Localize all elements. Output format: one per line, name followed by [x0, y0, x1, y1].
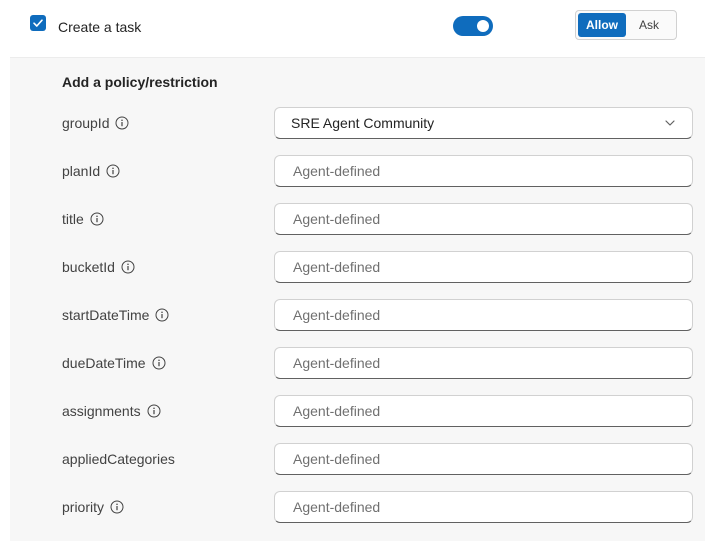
groupid-select[interactable]: SRE Agent Community [274, 107, 693, 139]
field-row-appliedcategories: appliedCategories [10, 443, 705, 477]
info-icon[interactable] [152, 356, 166, 370]
info-icon[interactable] [121, 260, 135, 274]
info-icon[interactable] [106, 164, 120, 178]
field-row-bucketid: bucketId [10, 251, 705, 285]
priority-input[interactable] [274, 491, 693, 523]
field-label-startdatetime: startDateTime [62, 307, 169, 323]
appliedcategories-input[interactable] [274, 443, 693, 475]
planid-input[interactable] [274, 155, 693, 187]
field-row-duedatetime: dueDateTime [10, 347, 705, 381]
allow-button[interactable]: Allow [578, 13, 626, 37]
field-label-groupid: groupId [62, 115, 129, 131]
field-name: startDateTime [62, 307, 150, 323]
info-icon[interactable] [110, 500, 124, 514]
field-label-assignments: assignments [62, 403, 161, 419]
field-name: groupId [62, 115, 110, 131]
field-name: dueDateTime [62, 355, 146, 371]
field-name: appliedCategories [62, 451, 175, 467]
duedatetime-input[interactable] [274, 347, 693, 379]
field-name: title [62, 211, 84, 227]
field-row-startdatetime: startDateTime [10, 299, 705, 333]
startdatetime-input[interactable] [274, 299, 693, 331]
task-toggle[interactable] [453, 16, 493, 36]
field-label-bucketid: bucketId [62, 259, 135, 275]
field-row-planid: planId [10, 155, 705, 189]
field-label-planid: planId [62, 163, 120, 179]
policy-panel: Add a policy/restriction groupId SRE Age… [10, 57, 705, 541]
field-label-appliedcategories: appliedCategories [62, 451, 175, 467]
field-row-assignments: assignments [10, 395, 705, 429]
assignments-input[interactable] [274, 395, 693, 427]
info-icon[interactable] [147, 404, 161, 418]
field-row-priority: priority [10, 491, 705, 525]
field-name: priority [62, 499, 105, 515]
info-icon[interactable] [155, 308, 169, 322]
allow-ask-segmented-control: Allow Ask [575, 10, 677, 40]
task-header: Create a task Allow Ask [0, 0, 728, 56]
select-value: SRE Agent Community [291, 115, 435, 131]
task-label: Create a task [58, 19, 142, 35]
create-task-checkbox[interactable] [30, 15, 46, 31]
toggle-knob [477, 20, 489, 32]
panel-title: Add a policy/restriction [62, 74, 218, 90]
info-icon[interactable] [115, 116, 129, 130]
chevron-down-icon [665, 120, 675, 126]
info-icon[interactable] [90, 212, 104, 226]
field-row-groupid: groupId SRE Agent Community [10, 107, 705, 141]
checkmark-icon [33, 19, 43, 27]
field-row-title: title [10, 203, 705, 237]
field-label-title: title [62, 211, 104, 227]
field-label-duedatetime: dueDateTime [62, 355, 166, 371]
ask-button[interactable]: Ask [626, 13, 672, 37]
title-input[interactable] [274, 203, 693, 235]
bucketid-input[interactable] [274, 251, 693, 283]
field-name: planId [62, 163, 101, 179]
field-name: assignments [62, 403, 141, 419]
field-label-priority: priority [62, 499, 124, 515]
field-name: bucketId [62, 259, 115, 275]
